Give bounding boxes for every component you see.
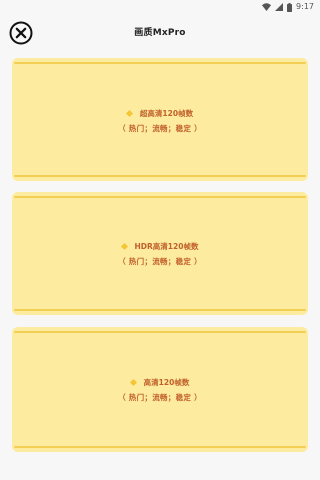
option-card-hdr-hd[interactable]: HDR高清120帧数 （ 热门；流畅；稳定 ） [12, 192, 308, 315]
card-bottom-line [14, 309, 306, 311]
card-top-line [14, 62, 306, 64]
status-icons: 9:17 [262, 2, 314, 12]
card-bottom-line [14, 446, 306, 448]
page-title: 画质MxPro [134, 28, 186, 38]
battery-icon [287, 2, 293, 12]
card-title: 超高清120帧数 [139, 108, 194, 118]
diamond-icon [120, 242, 128, 250]
diamond-icon [129, 378, 137, 386]
card-subtitle: （ 热门；流畅；稳定 ） [118, 124, 202, 133]
signal-icon [275, 3, 284, 11]
card-bottom-line [14, 175, 306, 177]
option-card-hd[interactable]: 高清120帧数 （ 热门；流畅；稳定 ） [12, 327, 308, 452]
card-content: 高清120帧数 （ 热门；流畅；稳定 ） [12, 376, 308, 403]
card-title: HDR高清120帧数 [134, 241, 199, 251]
card-title-row: HDR高清120帧数 [12, 240, 308, 252]
status-bar: 9:17 [0, 0, 320, 14]
card-top-line [14, 196, 306, 198]
card-content: 超高清120帧数 （ 热门；流畅；稳定 ） [12, 107, 308, 134]
card-content: HDR高清120帧数 （ 热门；流畅；稳定 ） [12, 240, 308, 267]
card-top-line [14, 331, 306, 333]
wifi-icon [262, 3, 272, 11]
diamond-icon [125, 109, 133, 117]
option-card-ultra-hd[interactable]: 超高清120帧数 （ 热门；流畅；稳定 ） [12, 58, 308, 181]
card-title: 高清120帧数 [143, 377, 190, 387]
header: 画质MxPro [0, 14, 320, 50]
card-subtitle: （ 热门；流畅；稳定 ） [118, 393, 202, 402]
card-title-row: 超高清120帧数 [12, 107, 308, 119]
card-subtitle: （ 热门；流畅；稳定 ） [118, 257, 202, 266]
status-time: 9:17 [296, 2, 314, 11]
card-title-row: 高清120帧数 [12, 376, 308, 388]
